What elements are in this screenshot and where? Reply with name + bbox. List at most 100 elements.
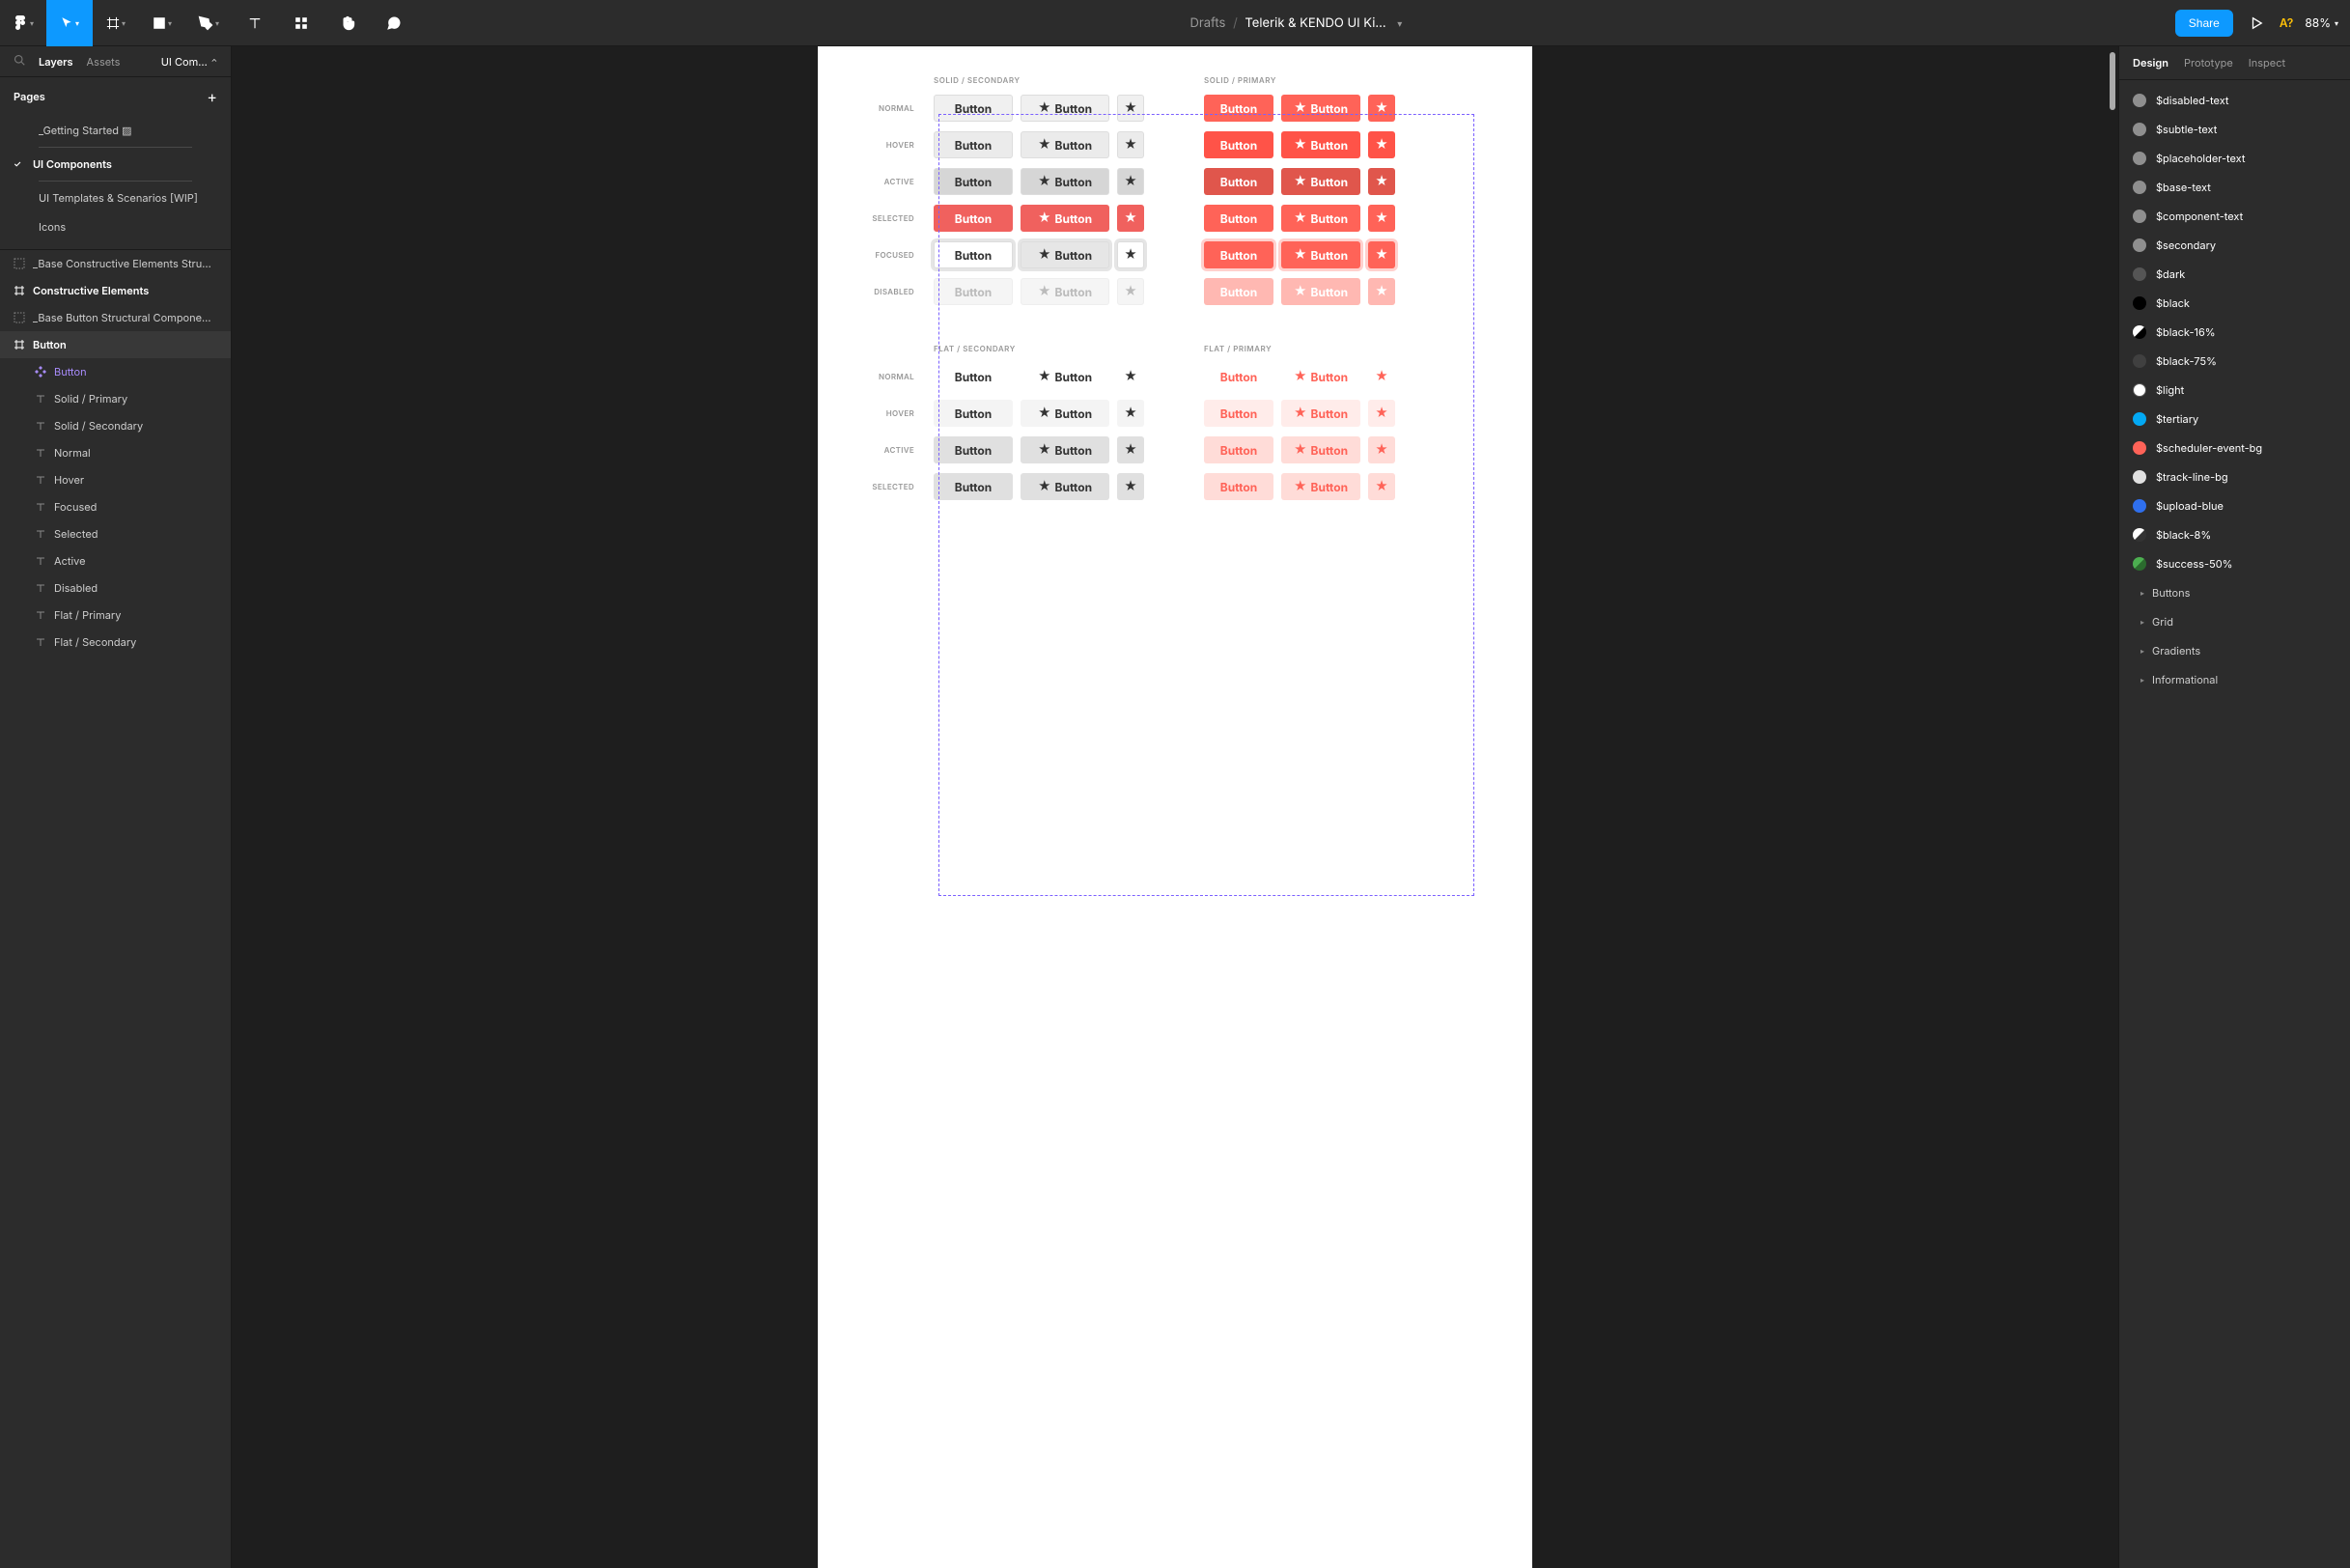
color-style-row[interactable]: $black-75% [2119,347,2350,376]
cursor-icon [60,16,73,30]
layer-flat-primary[interactable]: Flat / Primary [0,602,231,629]
color-swatch [2133,325,2146,339]
figma-menu-button[interactable]: ▾ [0,0,46,46]
color-style-row[interactable]: $success-50% [2119,549,2350,578]
layer-normal[interactable]: Normal [0,439,231,466]
layer-constructive-elements[interactable]: Constructive Elements [0,277,231,304]
style-folder-row[interactable]: ▸Gradients [2119,636,2350,665]
pen-tool-button[interactable]: ▾ [185,0,232,46]
color-swatch [2133,123,2146,136]
color-style-row[interactable]: $base-text [2119,173,2350,202]
text-icon [35,636,46,648]
color-style-row[interactable]: $component-text [2119,202,2350,231]
layer-selected[interactable]: Selected [0,520,231,547]
text-icon [35,609,46,621]
color-style-row[interactable]: $black-16% [2119,318,2350,347]
layer-base-button[interactable]: _Base Button Structural Compone… [0,304,231,331]
style-folder-row[interactable]: ▸Buttons [2119,578,2350,607]
page-divider [39,181,192,182]
layer-hover[interactable]: Hover [0,466,231,493]
play-icon [2250,16,2263,30]
add-page-button[interactable]: + [207,87,217,106]
color-style-row[interactable]: $scheduler-event-bg [2119,434,2350,462]
chevron-down-icon[interactable]: ▾ [1397,18,1402,30]
state-label-selected: SELECTED [856,482,934,491]
vertical-scrollbar[interactable] [2110,52,2115,110]
chevron-down-icon: ▾ [122,18,126,28]
color-swatch [2133,499,2146,513]
shape-tool-button[interactable]: ▾ [139,0,185,46]
search-icon[interactable] [14,54,25,69]
breadcrumb-file[interactable]: Telerik & KENDO UI Ki… [1245,15,1385,31]
hash-icon [14,285,25,296]
tab-design[interactable]: Design [2133,56,2168,70]
user-avatar[interactable]: A? [2280,15,2294,30]
breadcrumb-location[interactable]: Drafts [1189,15,1225,31]
hand-tool-button[interactable] [324,0,371,46]
rectangle-icon [153,16,166,30]
state-label-normal: NORMAL [856,103,934,113]
text-tool-button[interactable] [232,0,278,46]
color-style-row[interactable]: $track-line-bg [2119,462,2350,491]
tab-assets[interactable]: Assets [87,55,121,69]
layer-button-component[interactable]: Button [0,358,231,385]
color-style-row[interactable]: $upload-blue [2119,491,2350,520]
color-style-row[interactable]: $placeholder-text [2119,144,2350,173]
tab-layers[interactable]: Layers [39,55,73,69]
pages-header: Pages + [0,77,231,116]
style-folder-row[interactable]: ▸Informational [2119,665,2350,694]
page-item-ui-components[interactable]: ✓ UI Components [0,150,231,179]
caret-right-icon: ▸ [2140,646,2144,656]
color-swatch [2133,354,2146,368]
color-style-row[interactable]: $tertiary [2119,405,2350,434]
color-style-row[interactable]: $light [2119,376,2350,405]
state-label-focused: FOCUSED [856,250,934,260]
state-label-selected: SELECTED [856,213,934,223]
resources-icon [294,16,308,30]
color-style-name: $track-line-bg [2156,470,2228,484]
zoom-dropdown[interactable]: 88% ▾ [2305,15,2338,30]
layer-flat-secondary[interactable]: Flat / Secondary [0,629,231,656]
caret-right-icon: ▸ [2140,588,2144,598]
comment-tool-button[interactable] [371,0,417,46]
color-style-row[interactable]: $dark [2119,260,2350,289]
layer-focused[interactable]: Focused [0,493,231,520]
breadcrumb[interactable]: Drafts / Telerik & KENDO UI Ki… ▾ [417,15,2175,31]
resources-tool-button[interactable] [278,0,324,46]
page-item-getting-started[interactable]: _Getting Started ▨ [0,116,231,145]
state-label-active: ACTIVE [856,445,934,455]
layer-disabled[interactable]: Disabled [0,574,231,602]
layer-button-frame[interactable]: Button [0,331,231,358]
style-folder-row[interactable]: ▸Grid [2119,607,2350,636]
page-item-icons[interactable]: Icons [0,212,231,241]
canvas-area[interactable]: SOLID / SECONDARY SOLID / PRIMARY NORMAL… [232,46,2118,1568]
color-style-row[interactable]: $secondary [2119,231,2350,260]
text-icon [35,393,46,405]
move-tool-button[interactable]: ▾ [46,0,93,46]
frame-icon [106,16,120,30]
present-button[interactable] [2245,12,2268,35]
share-button[interactable]: Share [2175,10,2233,37]
layer-solid-primary[interactable]: Solid / Primary [0,385,231,412]
layer-solid-secondary[interactable]: Solid / Secondary [0,412,231,439]
color-style-row[interactable]: $disabled-text [2119,86,2350,115]
frame-tool-button[interactable]: ▾ [93,0,139,46]
state-label-normal: NORMAL [856,372,934,381]
color-style-row[interactable]: $subtle-text [2119,115,2350,144]
canvas-frame[interactable]: SOLID / SECONDARY SOLID / PRIMARY NORMAL… [818,46,1532,1568]
page-item-ui-templates[interactable]: UI Templates & Scenarios [WIP] [0,183,231,212]
layer-active[interactable]: Active [0,547,231,574]
color-swatch [2133,238,2146,252]
state-label-active: ACTIVE [856,177,934,186]
color-style-name: $base-text [2156,181,2211,194]
color-style-row[interactable]: $black [2119,289,2350,318]
text-icon [35,474,46,486]
tab-inspect[interactable]: Inspect [2249,56,2285,70]
page-dropdown[interactable]: UI Com… ⌃ [161,55,217,69]
color-style-row[interactable]: $black-8% [2119,520,2350,549]
tab-prototype[interactable]: Prototype [2184,56,2233,70]
chevron-down-icon: ▾ [75,18,79,28]
color-style-name: $light [2156,383,2184,397]
layer-base-constructive[interactable]: _Base Constructive Elements Stru… [0,250,231,277]
color-style-name: $scheduler-event-bg [2156,441,2262,455]
